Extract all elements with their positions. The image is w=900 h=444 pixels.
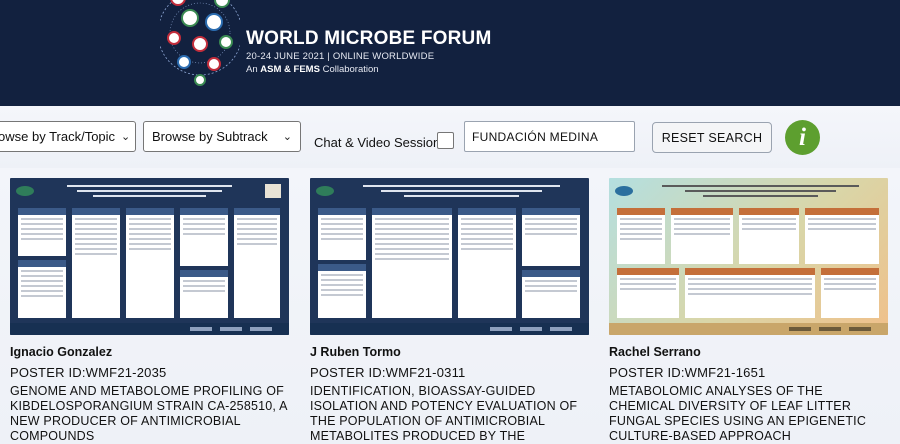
track-topic-select[interactable]: owse by Track/Topic ⌄ [0, 121, 136, 152]
filter-bar: owse by Track/Topic ⌄ Browse by Subtrack… [0, 106, 900, 168]
author-name: Rachel Serrano [609, 345, 701, 359]
poster-id: POSTER ID:WMF21-1651 [609, 365, 766, 380]
poster-id: POSTER ID:WMF21-2035 [10, 365, 167, 380]
header-banner: WORLD MICROBE FORUM 20-24 JUNE 2021 | ON… [0, 0, 900, 106]
info-icon[interactable]: i [785, 120, 820, 155]
subtrack-select[interactable]: Browse by Subtrack ⌄ [143, 121, 301, 152]
poster-card[interactable]: Rachel Serrano POSTER ID:WMF21-1651 META… [609, 178, 889, 444]
reset-search-button[interactable]: RESET SEARCH [652, 122, 772, 153]
event-dates: 20-24 JUNE 2021 | ONLINE WORLDWIDE [246, 51, 435, 62]
chevron-down-icon: ⌄ [121, 131, 131, 143]
chat-video-label: Chat & Video Sessions: [314, 135, 451, 150]
poster-thumbnail[interactable] [310, 178, 589, 335]
search-input[interactable]: FUNDACIÓN MEDINA [464, 121, 635, 152]
microbe-globe-logo [160, 0, 240, 86]
poster-card[interactable]: J Ruben Tormo POSTER ID:WMF21-0311 IDENT… [310, 178, 590, 444]
poster-card[interactable]: Ignacio Gonzalez POSTER ID:WMF21-2035 GE… [10, 178, 290, 444]
poster-id: POSTER ID:WMF21-0311 [310, 365, 466, 380]
poster-thumbnail[interactable] [10, 178, 289, 335]
poster-title[interactable]: GENOME AND METABOLOME PROFILING OF KIBDE… [10, 384, 290, 444]
poster-thumbnail[interactable] [609, 178, 888, 335]
chevron-down-icon: ⌄ [282, 131, 292, 143]
poster-title[interactable]: IDENTIFICATION, BIOASSAY-GUIDED ISOLATIO… [310, 384, 590, 444]
chat-video-checkbox[interactable] [437, 132, 454, 149]
author-name: Ignacio Gonzalez [10, 345, 113, 359]
author-name: J Ruben Tormo [310, 345, 401, 359]
poster-grid: Ignacio Gonzalez POSTER ID:WMF21-2035 GE… [0, 168, 900, 444]
event-title: WORLD MICROBE FORUM [246, 28, 492, 49]
poster-title[interactable]: METABOLOMIC ANALYSES OF THE CHEMICAL DIV… [609, 384, 889, 444]
event-collaboration: An ASM & FEMS Collaboration [246, 64, 379, 75]
